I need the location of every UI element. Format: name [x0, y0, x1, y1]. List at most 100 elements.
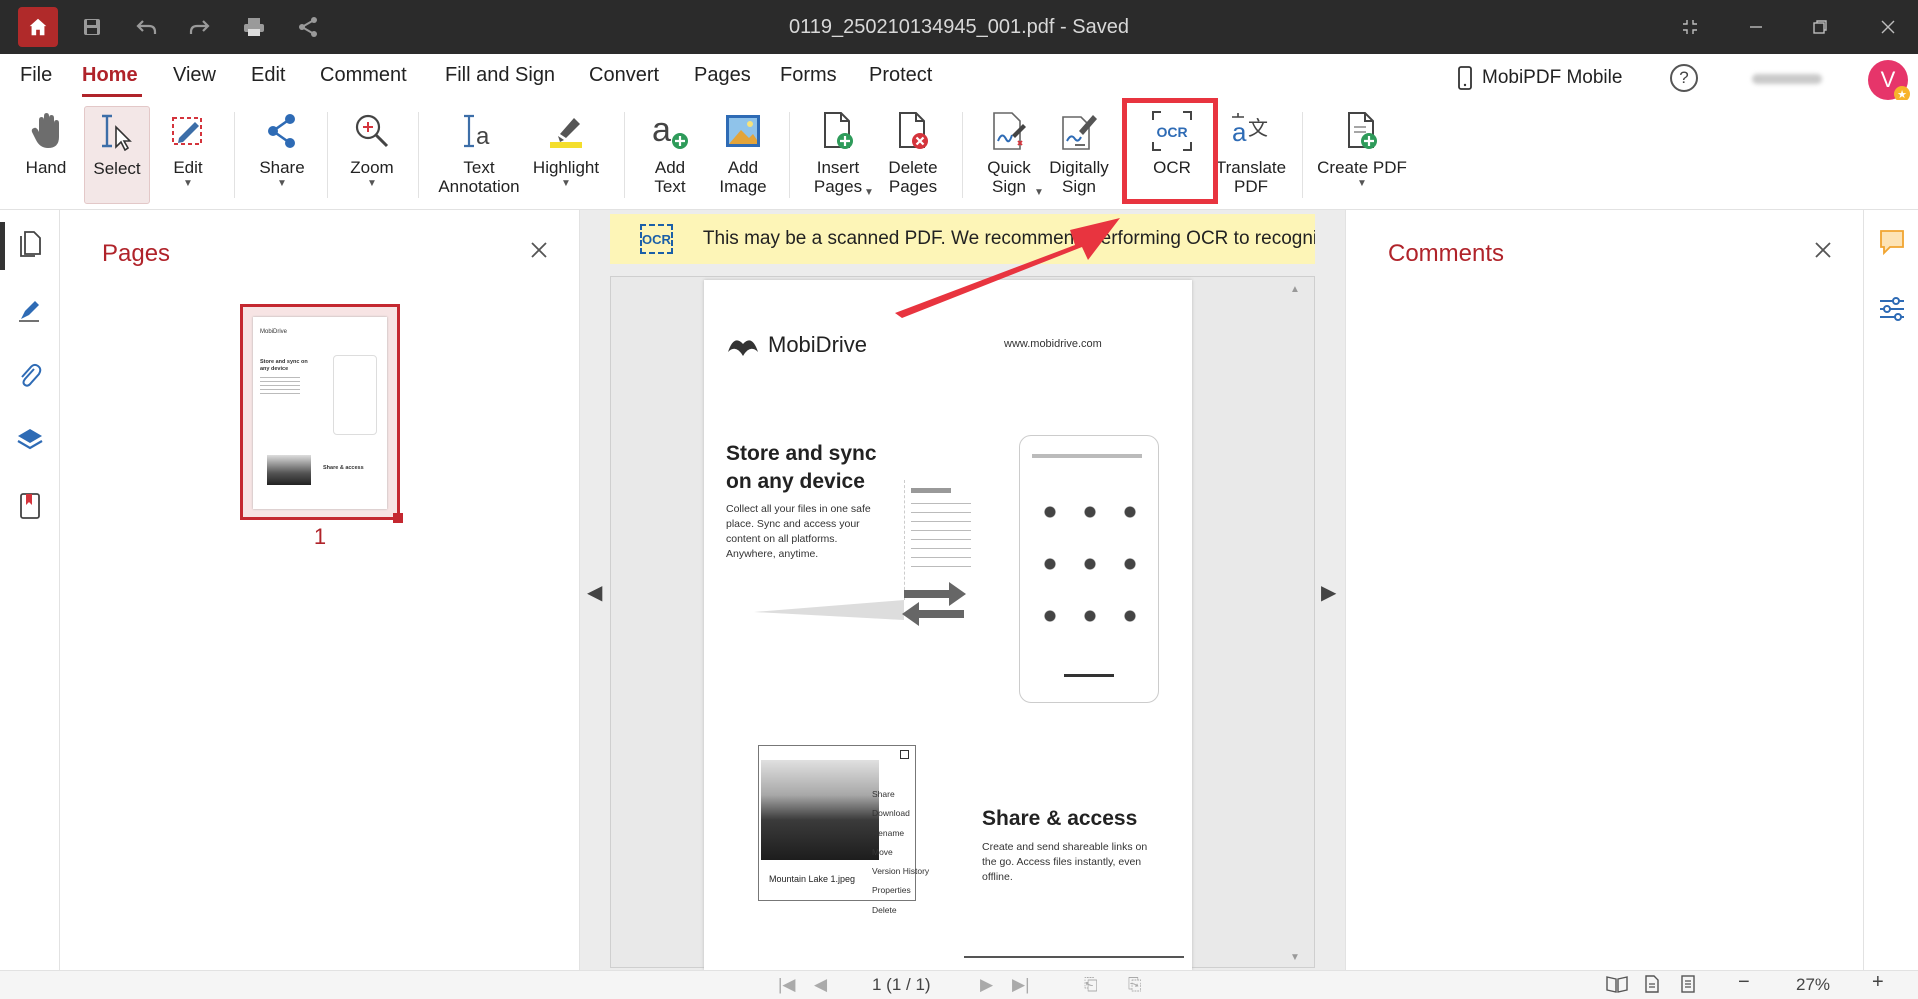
mobipdf-mobile-link[interactable]: MobiPDF Mobile [1458, 66, 1622, 90]
title-bar: 0119_250210134945_001.pdf - Saved [0, 0, 1918, 54]
tab-protect[interactable]: Protect [869, 64, 932, 87]
next-page-button[interactable]: ▶ [980, 975, 993, 995]
doc-file-name: Mountain Lake 1.jpeg [769, 874, 856, 884]
rail-pages-button[interactable] [16, 230, 44, 258]
doc-illustration-line [911, 488, 951, 493]
ribbon-separator [1302, 112, 1303, 198]
doc-menu-item: Rename [872, 827, 905, 838]
zoom-tool-button[interactable]: Zoom ▼ [342, 106, 402, 204]
tab-pages[interactable]: Pages [694, 64, 751, 87]
next-view-button[interactable]: ⎘ [1128, 975, 1142, 995]
comments-toggle-button[interactable] [1878, 228, 1906, 261]
close-icon [1815, 242, 1831, 258]
print-icon [244, 18, 264, 36]
avatar[interactable]: V ★ [1868, 60, 1910, 102]
edit-tool-button[interactable]: Edit ▼ [158, 106, 218, 204]
layers-icon [17, 429, 43, 450]
first-page-button[interactable]: |◀ [778, 975, 796, 995]
zoom-out-button[interactable]: − [1738, 971, 1750, 994]
select-tool-button[interactable]: Select [84, 106, 150, 204]
scroll-down-button[interactable]: ▼ [1290, 952, 1300, 963]
rail-attachments-button[interactable] [16, 362, 44, 390]
undo-icon [136, 20, 157, 34]
tab-view[interactable]: View [173, 64, 216, 87]
home-icon [29, 18, 47, 36]
continuous-view-button[interactable] [1680, 975, 1696, 998]
delete-pages-button[interactable]: Delete Pages [878, 106, 948, 204]
scroll-up-button[interactable]: ▲ [1290, 284, 1300, 295]
ocr-banner-text: This may be a scanned PDF. We recommend … [702, 228, 1315, 249]
highlight-button[interactable]: Highlight ▼ [528, 106, 604, 204]
ribbon-toolbar: Hand Select Edit ▼ Share ▼ Zoom ▼ a Text… [0, 100, 1918, 284]
minimize-icon [1750, 26, 1762, 28]
tab-comment[interactable]: Comment [320, 64, 407, 87]
save-button[interactable] [76, 11, 108, 43]
doc-menu-item: Move [872, 846, 893, 857]
ocr-icon[interactable]: OCR [640, 224, 673, 254]
active-tab-indicator [82, 94, 142, 97]
last-page-button[interactable]: ▶| [1012, 975, 1030, 995]
highlight-label: Highlight [532, 158, 600, 177]
print-button[interactable] [238, 11, 270, 43]
tab-fill-and-sign[interactable]: Fill and Sign [445, 64, 555, 87]
add-image-icon [726, 115, 760, 147]
filter-comments-button[interactable] [1878, 296, 1906, 327]
zoom-in-button[interactable]: + [1872, 971, 1884, 994]
share-tool-button[interactable]: Share ▼ [250, 106, 314, 204]
window-title: 0119_250210134945_001.pdf - Saved [789, 16, 1129, 38]
single-page-view-button[interactable] [1644, 975, 1660, 998]
rail-layers-button[interactable] [16, 426, 44, 454]
text-annotation-button[interactable]: a Text Annotation [430, 106, 528, 204]
page-indicator[interactable]: 1 (1 / 1) [872, 975, 931, 995]
doc-phone-mockup [1019, 435, 1159, 703]
doc-heading-1-line-1: Store and sync [726, 442, 877, 465]
zoom-level[interactable]: 27% [1796, 975, 1830, 995]
rail-bookmarks-button[interactable] [16, 492, 44, 520]
collapse-right-panel-button[interactable]: ▶ [1321, 580, 1336, 605]
close-window-button[interactable] [1870, 11, 1906, 43]
translate-pdf-button[interactable]: a文 Translate PDF [1214, 106, 1288, 204]
create-pdf-button[interactable]: Create PDF ▼ [1316, 106, 1408, 204]
tab-file[interactable]: File [20, 64, 52, 87]
insert-pages-button[interactable]: Insert Pages ▼ [802, 106, 874, 204]
rail-active-indicator [0, 222, 5, 270]
previous-page-button[interactable]: ◀ [814, 975, 827, 995]
tab-convert[interactable]: Convert [589, 64, 659, 87]
close-comments-panel-button[interactable] [1814, 238, 1832, 266]
previous-view-button[interactable]: ⎗ [1084, 975, 1098, 995]
maximize-button[interactable] [1802, 11, 1838, 43]
home-button[interactable] [18, 7, 58, 47]
digitally-sign-button[interactable]: Digitally Sign [1044, 106, 1114, 204]
svg-text:a: a [652, 111, 671, 149]
undo-button[interactable] [130, 11, 162, 43]
add-image-button[interactable]: Add Image [708, 106, 778, 204]
minimize-button[interactable] [1738, 11, 1774, 43]
redo-button[interactable] [184, 11, 216, 43]
hand-tool-button[interactable]: Hand [14, 106, 78, 204]
zoom-label: Zoom [350, 158, 394, 177]
page-thumbnail[interactable]: MobiDrive Store and sync on any device S… [240, 304, 403, 523]
zoom-dropdown-icon: ▼ [367, 178, 377, 189]
digitally-sign-label-1: Digitally [1049, 158, 1109, 177]
tab-forms[interactable]: Forms [780, 64, 837, 87]
tab-home[interactable]: Home [82, 64, 138, 87]
reading-mode-button[interactable] [1606, 975, 1628, 998]
close-pages-panel-button[interactable] [530, 238, 548, 266]
doc-checkbox-icon [900, 750, 909, 759]
add-text-icon: a [652, 111, 688, 149]
delete-page-icon [899, 112, 928, 149]
digital-signature-icon [1062, 115, 1097, 150]
doc-paragraph-2: Create and send shareable links on the g… [982, 841, 1148, 883]
fullscreen-button[interactable] [1672, 11, 1708, 43]
tab-edit[interactable]: Edit [251, 64, 285, 87]
continuous-page-icon [1681, 975, 1695, 993]
help-button[interactable]: ? [1670, 64, 1698, 92]
highlighter-icon [550, 118, 582, 148]
mobipdf-mobile-label: MobiPDF Mobile [1482, 67, 1623, 88]
collapse-left-panel-button[interactable]: ◀ [587, 580, 602, 605]
quick-sign-button[interactable]: Quick Sign ▼ [974, 106, 1044, 204]
share-button[interactable] [292, 11, 324, 43]
add-text-button[interactable]: a Add Text [636, 106, 704, 204]
rail-signatures-button[interactable] [16, 296, 44, 324]
quick-sign-label-1: Quick [987, 158, 1031, 177]
